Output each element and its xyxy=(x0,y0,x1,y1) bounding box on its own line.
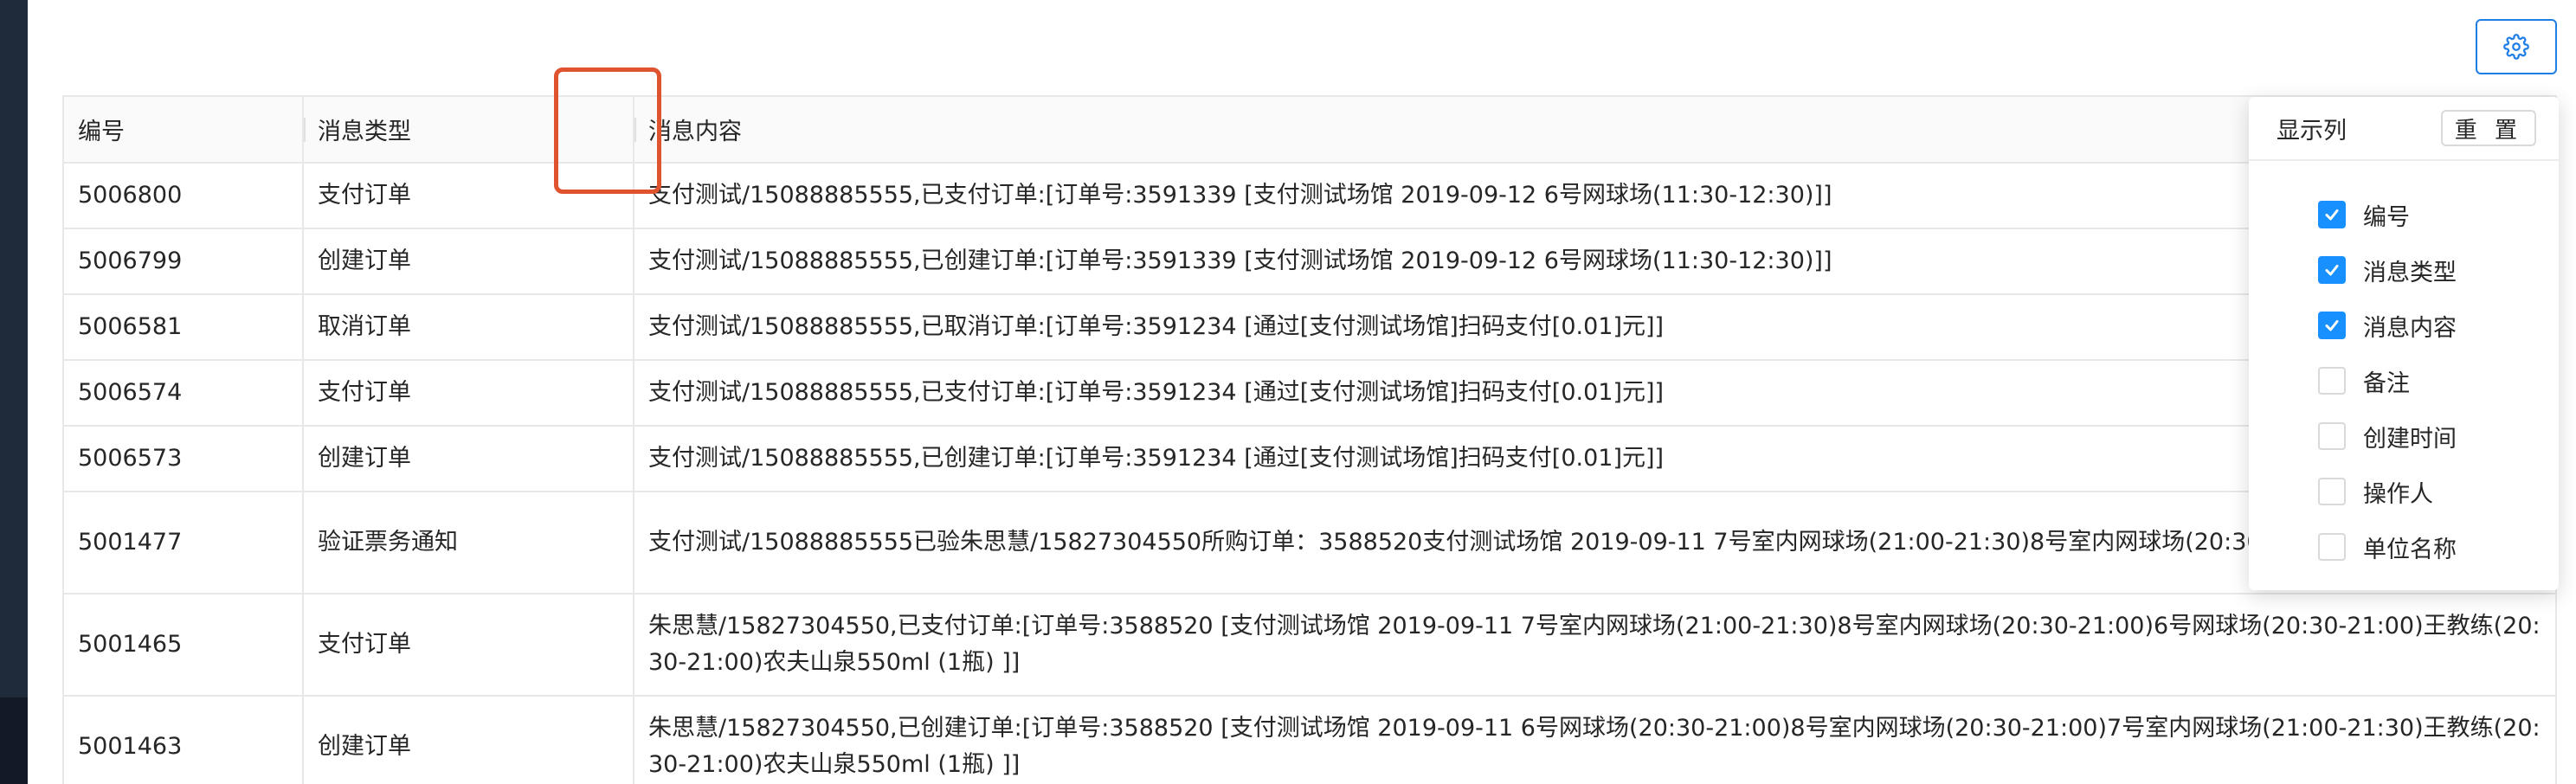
cell-id: 5006800 xyxy=(64,163,303,229)
column-checkbox[interactable] xyxy=(2318,478,2346,505)
column-option-operator[interactable]: 操作人 xyxy=(2249,464,2559,519)
column-option-label: 编号 xyxy=(2363,203,2410,231)
column-option-label: 创建时间 xyxy=(2363,425,2457,453)
table-header-row: 编号 消息类型 消息内容 xyxy=(64,97,2555,164)
column-checkbox[interactable] xyxy=(2318,312,2346,339)
column-header-type[interactable]: 消息类型 xyxy=(302,97,634,164)
cell-type: 取消订单 xyxy=(302,294,634,361)
gear-icon xyxy=(2503,34,2529,60)
cell-id: 5006574 xyxy=(64,360,303,427)
check-icon xyxy=(2325,209,2339,221)
sidebar-bottom xyxy=(0,697,28,784)
table-row[interactable]: 5006800 支付订单 支付测试/15088885555,已支付订单:[订单号… xyxy=(64,163,2555,229)
check-icon xyxy=(2325,265,2339,276)
column-option-type[interactable]: 消息类型 xyxy=(2249,242,2559,298)
cell-content: 朱思慧/15827304550,已支付订单:[订单号:3588520 [支付测试… xyxy=(633,594,2555,697)
column-resize-handle[interactable] xyxy=(304,118,306,142)
cell-id: 5006581 xyxy=(64,294,303,361)
column-option-label: 操作人 xyxy=(2363,480,2433,508)
cell-id: 5006573 xyxy=(64,426,303,492)
column-checkbox[interactable] xyxy=(2318,367,2346,395)
column-header-id[interactable]: 编号 xyxy=(64,97,303,164)
reset-button[interactable]: 重 置 xyxy=(2440,110,2536,146)
column-checkbox[interactable] xyxy=(2318,201,2346,228)
column-checkbox[interactable] xyxy=(2318,256,2346,284)
column-header-label: 消息类型 xyxy=(318,119,411,145)
column-settings-popover: 显示列 重 置 编号 消息类型 消息内容 备注 创建时间 操作人 单位名称 xyxy=(2249,97,2559,590)
column-checkbox[interactable] xyxy=(2318,533,2346,561)
cell-type: 支付订单 xyxy=(302,163,634,229)
column-option-label: 单位名称 xyxy=(2363,536,2457,563)
table-row[interactable]: 5006573 创建订单 支付测试/15088885555,已创建订单:[订单号… xyxy=(64,426,2555,492)
left-sidebar-edge xyxy=(0,0,28,784)
cell-id: 5001477 xyxy=(64,492,303,594)
popover-header: 显示列 重 置 xyxy=(2249,97,2559,161)
table-row[interactable]: 5006581 取消订单 支付测试/15088885555,已取消订单:[订单号… xyxy=(64,294,2555,361)
cell-type: 支付订单 xyxy=(302,594,634,697)
cell-type: 验证票务通知 xyxy=(302,492,634,594)
check-icon xyxy=(2325,320,2339,331)
table-row[interactable]: 5001463 创建订单 朱思慧/15827304550,已创建订单:[订单号:… xyxy=(64,696,2555,784)
table-row[interactable]: 5001465 支付订单 朱思慧/15827304550,已支付订单:[订单号:… xyxy=(64,594,2555,697)
column-option-content[interactable]: 消息内容 xyxy=(2249,298,2559,353)
column-option-remark[interactable]: 备注 xyxy=(2249,353,2559,408)
column-option-id[interactable]: 编号 xyxy=(2249,187,2559,242)
column-header-label: 消息内容 xyxy=(648,119,742,145)
table-row[interactable]: 5006574 支付订单 支付测试/15088885555,已支付订单:[订单号… xyxy=(64,360,2555,427)
popover-title: 显示列 xyxy=(2277,117,2347,145)
column-header-label: 编号 xyxy=(78,119,125,145)
cell-type: 创建订单 xyxy=(302,426,634,492)
column-settings-button[interactable] xyxy=(2476,19,2557,74)
column-option-created-time[interactable]: 创建时间 xyxy=(2249,408,2559,464)
cell-id: 5006799 xyxy=(64,228,303,295)
cell-type: 创建订单 xyxy=(302,228,634,295)
cell-type: 创建订单 xyxy=(302,696,634,784)
column-resize-handle[interactable] xyxy=(634,118,636,142)
cell-type: 支付订单 xyxy=(302,360,634,427)
column-option-label: 消息内容 xyxy=(2363,314,2457,342)
column-option-label: 消息类型 xyxy=(2363,259,2457,286)
message-table: 编号 消息类型 消息内容 5006800 支付订单 支付测试/150888855… xyxy=(62,95,2557,784)
column-option-label: 备注 xyxy=(2363,370,2410,397)
column-checkbox-list: 编号 消息类型 消息内容 备注 创建时间 操作人 单位名称 xyxy=(2249,161,2559,575)
column-option-unit-name[interactable]: 单位名称 xyxy=(2249,519,2559,575)
cell-id: 5001463 xyxy=(64,696,303,784)
table-row[interactable]: 5001477 验证票务通知 支付测试/15088885555已验朱思慧/158… xyxy=(64,492,2555,594)
cell-id: 5001465 xyxy=(64,594,303,697)
column-checkbox[interactable] xyxy=(2318,422,2346,450)
table-row[interactable]: 5006799 创建订单 支付测试/15088885555,已创建订单:[订单号… xyxy=(64,228,2555,295)
cell-content: 朱思慧/15827304550,已创建订单:[订单号:3588520 [支付测试… xyxy=(633,696,2555,784)
